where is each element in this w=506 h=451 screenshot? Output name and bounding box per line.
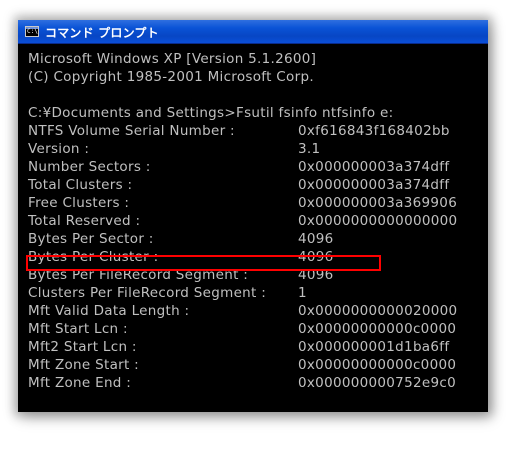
row-label: Clusters Per FileRecord Segment : (28, 285, 267, 301)
row-value: 0x000000001d1ba6ff (298, 339, 450, 355)
row-value: 0x0000000000020000 (298, 303, 458, 319)
console-text: (C) Copyright 1985-2001 Microsoft Corp. (28, 69, 314, 85)
console-output[interactable]: Microsoft Windows XP [Version 5.1.2600] … (28, 50, 488, 408)
row-label: Mft Zone End : (28, 375, 132, 391)
command-prompt-window: C:\ コマンド プロンプト Microsoft Windows XP [Ver… (18, 20, 488, 412)
row-label: Version : (28, 141, 90, 157)
row-label: NTFS Volume Serial Number : (28, 123, 235, 139)
row-value: 0x00000000000c0000 (298, 321, 457, 337)
cmd-icon-glyph: C:\ (27, 28, 38, 35)
row-value: 0x000000003a369906 (298, 195, 458, 211)
row-label: Mft Start Lcn : (28, 321, 128, 337)
cmd-icon[interactable]: C:\ (25, 26, 39, 37)
row-label: Total Reserved : (28, 213, 141, 229)
row-value: 0x000000003a374dff (298, 159, 450, 175)
row-value: 0xf616843f168402bb (298, 123, 450, 139)
row-value: 4096 (298, 231, 334, 247)
row-value: 0x000000003a374dff (298, 177, 450, 193)
window-title: コマンド プロンプト (45, 26, 159, 40)
row-label: Mft Zone Start : (28, 357, 140, 373)
row-value: 0x00000000000c0000 (298, 357, 457, 373)
highlight-box (26, 255, 381, 271)
row-label: Total Clusters : (28, 177, 133, 193)
row-label: Bytes Per Sector : (28, 231, 154, 247)
row-label: Free Clusters : (28, 195, 130, 211)
row-label: Number Sectors : (28, 159, 151, 175)
command-text: C:¥Documents and Settings>Fsutil fsinfo … (28, 105, 394, 121)
row-value: 3.1 (298, 141, 321, 157)
row-label: Mft Valid Data Length : (28, 303, 190, 319)
row-value: 0x000000000752e9c0 (298, 375, 456, 391)
console-text: Microsoft Windows XP [Version 5.1.2600] (28, 51, 317, 67)
window-shadow: C:\ コマンド プロンプト Microsoft Windows XP [Ver… (18, 20, 488, 412)
title-bar[interactable]: C:\ コマンド プロンプト (18, 20, 488, 44)
row-label: Mft2 Start Lcn : (28, 339, 137, 355)
row-value: 0x0000000000000000 (298, 213, 458, 229)
row-value: 1 (298, 285, 307, 301)
